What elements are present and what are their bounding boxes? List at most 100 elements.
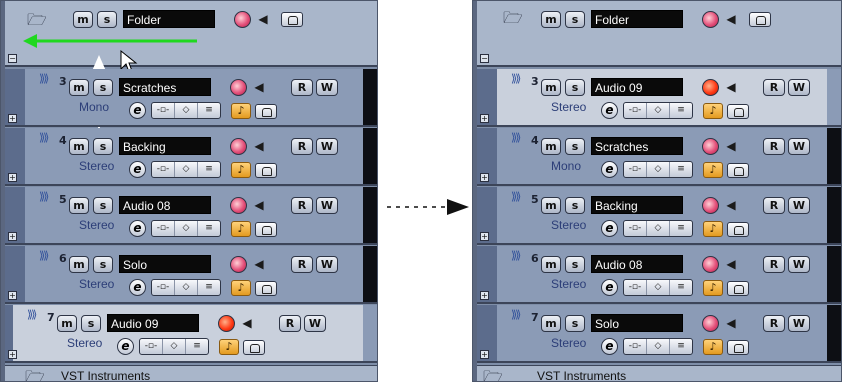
solo-button[interactable]: s: [565, 11, 585, 28]
read-automation-button[interactable]: R: [291, 79, 313, 96]
lock-icon[interactable]: [255, 281, 277, 296]
write-automation-button[interactable]: W: [788, 256, 810, 273]
send-icon[interactable]: ≡: [670, 339, 692, 354]
edit-channel-button[interactable]: e: [601, 161, 618, 178]
send-icon[interactable]: ≡: [198, 221, 220, 236]
track-row[interactable]: ⟫⟫ 3 m s Scratches ◀ R W Mono e -▫- ◇ ≡ …: [5, 69, 377, 127]
vst-instruments-folder-row[interactable]: 🗁 VST Instruments: [5, 365, 377, 381]
write-automation-button[interactable]: W: [788, 138, 810, 155]
insert-icon[interactable]: -▫-: [624, 221, 647, 236]
track-name-field[interactable]: Solo: [591, 314, 683, 332]
mute-button[interactable]: m: [541, 138, 561, 155]
edit-channel-button[interactable]: e: [601, 279, 618, 296]
record-enable-button[interactable]: [702, 138, 719, 155]
lock-icon[interactable]: [727, 340, 749, 355]
write-automation-button[interactable]: W: [316, 79, 338, 96]
insert-icon[interactable]: -▫-: [624, 162, 647, 177]
insert-eq-send-buttons[interactable]: -▫- ◇ ≡: [623, 338, 693, 355]
write-automation-button[interactable]: W: [316, 256, 338, 273]
note-icon[interactable]: ♪: [703, 280, 723, 296]
speaker-icon[interactable]: ◀: [240, 315, 254, 332]
lock-icon[interactable]: [727, 163, 749, 178]
collapse-toggle[interactable]: −: [480, 54, 489, 63]
mute-button[interactable]: m: [541, 79, 561, 96]
eq-icon[interactable]: ◇: [647, 162, 670, 177]
send-icon[interactable]: ≡: [198, 280, 220, 295]
insert-eq-send-buttons[interactable]: -▫- ◇ ≡: [151, 279, 221, 296]
eq-icon[interactable]: ◇: [647, 339, 670, 354]
expand-toggle[interactable]: +: [8, 114, 17, 123]
speaker-icon[interactable]: ◀: [252, 256, 266, 273]
record-enable-button[interactable]: [230, 79, 247, 96]
write-automation-button[interactable]: W: [316, 138, 338, 155]
read-automation-button[interactable]: R: [291, 138, 313, 155]
send-icon[interactable]: ≡: [670, 280, 692, 295]
solo-button[interactable]: s: [93, 138, 113, 155]
solo-button[interactable]: s: [565, 138, 585, 155]
track-row[interactable]: ⟫⟫ 5 m s Backing ◀ R W Stereo e -▫- ◇ ≡ …: [477, 187, 841, 245]
send-icon[interactable]: ≡: [670, 103, 692, 118]
send-icon[interactable]: ≡: [670, 221, 692, 236]
track-row[interactable]: ⟫⟫ 6 m s Solo ◀ R W Stereo e -▫- ◇ ≡ ♪ +: [5, 246, 377, 304]
track-row[interactable]: ⟫⟫ 7 m s Audio 09 ◀ R W Stereo e -▫- ◇ ≡…: [5, 305, 377, 363]
record-enable-button[interactable]: [230, 197, 247, 214]
expand-toggle[interactable]: +: [480, 173, 489, 182]
lock-icon[interactable]: [727, 222, 749, 237]
speaker-icon[interactable]: ◀: [252, 79, 266, 96]
track-name-field[interactable]: Scratches: [119, 78, 211, 96]
note-icon[interactable]: ♪: [703, 221, 723, 237]
track-name-field[interactable]: Solo: [119, 255, 211, 273]
solo-button[interactable]: s: [81, 315, 101, 332]
mute-button[interactable]: m: [541, 197, 561, 214]
note-icon[interactable]: ♪: [231, 103, 251, 119]
write-automation-button[interactable]: W: [316, 197, 338, 214]
vst-instruments-folder-row[interactable]: 🗁 VST Instruments: [477, 365, 841, 381]
insert-icon[interactable]: -▫-: [152, 221, 175, 236]
solo-button[interactable]: s: [565, 315, 585, 332]
track-row[interactable]: ⟫⟫ 4 m s Scratches ◀ R W Mono e -▫- ◇ ≡ …: [477, 128, 841, 186]
solo-button[interactable]: s: [565, 197, 585, 214]
insert-icon[interactable]: -▫-: [624, 280, 647, 295]
insert-eq-send-buttons[interactable]: -▫- ◇ ≡: [623, 220, 693, 237]
mute-button[interactable]: m: [73, 11, 93, 28]
expand-toggle[interactable]: +: [8, 291, 17, 300]
eq-icon[interactable]: ◇: [647, 280, 670, 295]
lock-icon[interactable]: [243, 340, 265, 355]
track-row[interactable]: ⟫⟫ 4 m s Backing ◀ R W Stereo e -▫- ◇ ≡ …: [5, 128, 377, 186]
read-automation-button[interactable]: R: [763, 197, 785, 214]
note-icon[interactable]: ♪: [219, 339, 239, 355]
lock-icon[interactable]: [727, 281, 749, 296]
collapse-toggle[interactable]: −: [8, 54, 17, 63]
speaker-icon[interactable]: ◀: [724, 138, 738, 155]
insert-icon[interactable]: -▫-: [152, 280, 175, 295]
expand-toggle[interactable]: +: [480, 232, 489, 241]
edit-channel-button[interactable]: e: [129, 220, 146, 237]
insert-eq-send-buttons[interactable]: -▫- ◇ ≡: [623, 279, 693, 296]
send-icon[interactable]: ≡: [198, 103, 220, 118]
expand-toggle[interactable]: +: [8, 350, 17, 359]
read-automation-button[interactable]: R: [291, 256, 313, 273]
track-name-field[interactable]: Folder: [123, 10, 215, 28]
insert-icon[interactable]: -▫-: [140, 339, 163, 354]
eq-icon[interactable]: ◇: [175, 103, 198, 118]
read-automation-button[interactable]: R: [763, 315, 785, 332]
speaker-icon[interactable]: ◀: [252, 197, 266, 214]
mute-button[interactable]: m: [69, 256, 89, 273]
insert-eq-send-buttons[interactable]: -▫- ◇ ≡: [623, 161, 693, 178]
record-enable-button[interactable]: [702, 197, 719, 214]
edit-channel-button[interactable]: e: [601, 338, 618, 355]
send-icon[interactable]: ≡: [670, 162, 692, 177]
lock-icon[interactable]: [255, 104, 277, 119]
track-row[interactable]: ⟫⟫ 6 m s Audio 08 ◀ R W Stereo e -▫- ◇ ≡…: [477, 246, 841, 304]
expand-toggle[interactable]: +: [480, 114, 489, 123]
eq-icon[interactable]: ◇: [647, 221, 670, 236]
record-enable-button[interactable]: [234, 11, 251, 28]
insert-icon[interactable]: -▫-: [624, 339, 647, 354]
edit-channel-button[interactable]: e: [129, 161, 146, 178]
speaker-icon[interactable]: ◀: [252, 138, 266, 155]
note-icon[interactable]: ♪: [231, 221, 251, 237]
insert-eq-send-buttons[interactable]: -▫- ◇ ≡: [623, 102, 693, 119]
track-name-field[interactable]: Backing: [119, 137, 211, 155]
record-enable-button[interactable]: [702, 11, 719, 28]
edit-channel-button[interactable]: e: [117, 338, 134, 355]
